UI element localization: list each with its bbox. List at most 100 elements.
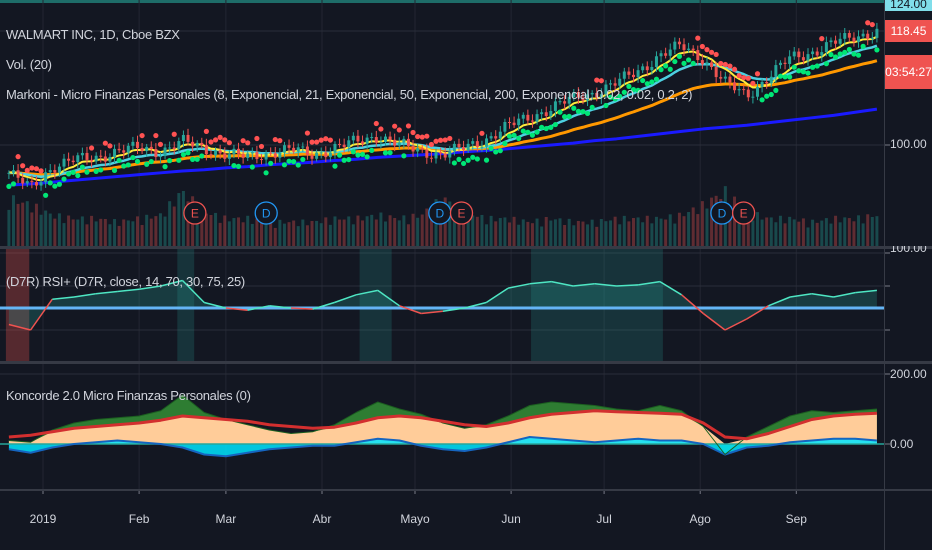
candle [723,71,727,83]
volume-bar [383,221,387,246]
volume-bar [595,226,599,246]
markoni-legend[interactable]: Markoni - Micro Finanzas Personales (8, … [6,87,692,102]
candle-body [843,33,847,39]
candle-body [255,152,259,160]
candle-body [760,81,764,87]
candle [751,90,755,104]
sar-dot-up [56,181,63,187]
sar-dot-up [79,164,85,170]
sar-dot-up [759,97,765,103]
candle-body [191,141,195,147]
volume-bar [324,217,328,246]
sar-dot-up [506,133,513,139]
event-marker-dividend[interactable]: D [710,201,734,225]
event-marker-dividend[interactable]: D [428,201,452,225]
sar-dot-down [727,63,733,69]
volume-bar [411,213,415,246]
volume-bar [181,190,185,246]
sar-dot-up [61,176,67,182]
candle-body [99,155,103,157]
sar-dot-up [470,154,476,160]
sar-dot-up [355,152,361,158]
separator-rsi-koncorde[interactable] [0,361,932,364]
symbol-legend[interactable]: WALMART INC, 1D, Cboe BZX [6,27,180,42]
sar-dot-down [217,134,223,140]
candle-body [521,114,525,119]
sar-dot-down [171,131,177,137]
candle-body [273,153,277,158]
sar-dot-up [451,160,457,166]
volume-bar [480,214,484,246]
candle-body [705,62,709,65]
candle [746,85,750,102]
candle-body [163,147,167,157]
candle-body [379,141,383,143]
volume-bar [485,224,489,246]
sar-dot-down [598,78,604,84]
sar-dot-up [640,77,646,84]
candle-body [113,148,117,158]
candle-body [172,147,176,150]
candle-body [866,33,870,39]
volume-bar [406,224,410,246]
candle-body [411,145,415,152]
volume-bar [333,216,337,246]
candle-body [480,146,484,148]
event-marker-earnings[interactable]: E [731,201,756,225]
candle-body [742,89,746,91]
candle-body [223,153,227,159]
candle-body [241,153,245,158]
candle-body [282,145,286,153]
candle-body [209,154,213,156]
volume-bar [85,224,89,246]
candle-body [131,141,135,146]
event-marker-earnings[interactable]: E [183,201,207,225]
sar-dot-down [254,135,260,142]
candle-body [204,144,208,155]
candle [829,37,833,48]
volume-bar [80,216,84,246]
sar-dot-up [162,164,168,170]
volume-bar [232,218,236,246]
candle-body [383,136,387,142]
sar-dot-up [543,125,549,132]
volume-bar [90,215,94,246]
volume-bar [654,216,658,246]
candle-body [765,81,769,84]
event-marker-dividend[interactable]: D [254,201,278,225]
sar-dot-up [332,163,338,169]
rsi-legend[interactable]: (D7R) RSI+ (D7R, close, 14, 70, 30, 75, … [6,274,245,289]
volume-bar [416,217,420,246]
candle-body [875,28,879,38]
candle-body [370,137,374,139]
sar-dot-up [52,183,58,189]
volume-bar [30,212,34,246]
volume-bar [39,214,43,246]
candle-body [443,153,447,158]
candle-body [200,142,204,145]
candle-body [7,172,11,174]
candle-body [39,182,43,186]
sar-dot-up [121,163,127,169]
sar-dot-down [396,127,402,133]
volume-bar [241,222,245,246]
candle [149,141,153,155]
sar-dot-down [428,141,435,148]
sar-dot-up [281,162,288,168]
candle [122,144,126,159]
sar-dot-down [750,80,756,86]
candle-body [44,172,48,183]
sar-dot-up [653,76,660,82]
candle-body [57,166,61,173]
separator-price-rsi[interactable] [0,246,932,249]
candle [866,30,870,45]
sar-dot-up [562,114,568,120]
volume-bar [103,219,107,246]
volume-legend[interactable]: Vol. (20) [6,57,52,72]
sar-dot-up [47,180,53,186]
event-marker-earnings[interactable]: E [449,201,474,225]
volume-bar [342,219,346,246]
volume-bar [209,214,213,246]
koncorde-legend[interactable]: Koncorde 2.0 Micro Finanzas Personales (… [6,388,251,403]
sar-dot-up [231,162,237,169]
